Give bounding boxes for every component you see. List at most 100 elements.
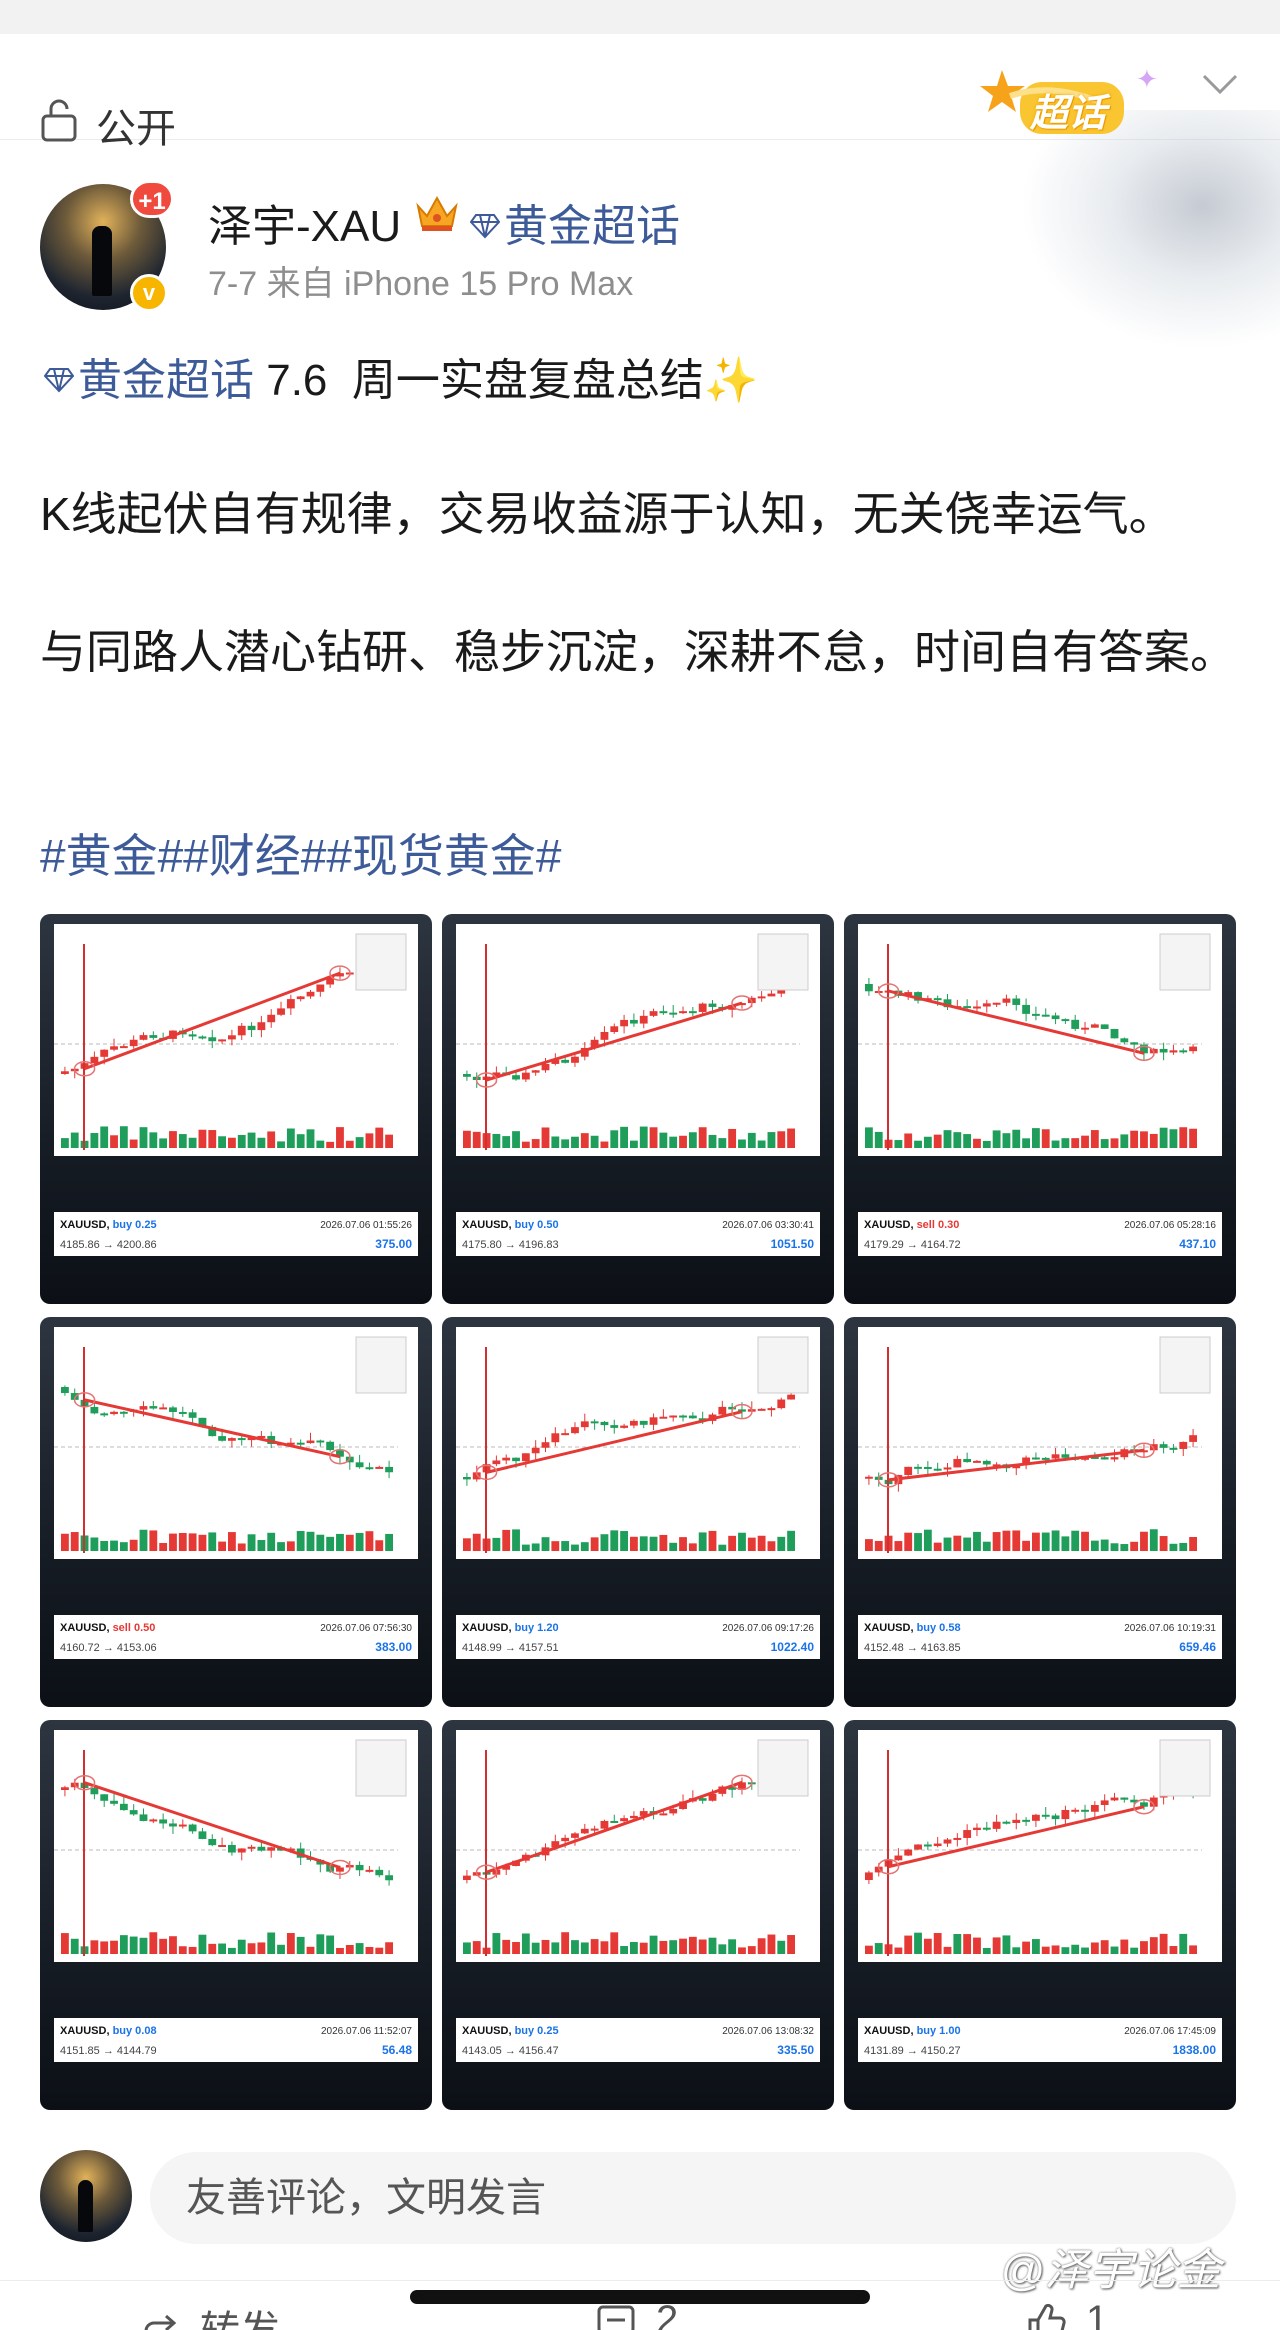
volume-bar xyxy=(139,1937,148,1954)
candle xyxy=(865,984,873,992)
candle xyxy=(159,1819,168,1824)
trade-prices: 4179.29 → 4164.72 xyxy=(864,1239,961,1251)
candle xyxy=(306,991,315,997)
candle xyxy=(923,1466,932,1469)
trade-profit: 1051.50 xyxy=(771,1237,815,1251)
volume-bar xyxy=(385,1533,393,1551)
candle xyxy=(149,1819,158,1822)
like-button[interactable]: 1 xyxy=(1026,2298,1108,2330)
volume-bar xyxy=(963,1134,972,1148)
candle xyxy=(218,1039,226,1042)
author-topic-link[interactable]: 黄金超话 xyxy=(470,190,680,254)
volume-bar xyxy=(1002,1133,1011,1148)
volume-bar xyxy=(1140,1531,1148,1551)
volume-bar xyxy=(600,1141,609,1148)
candle xyxy=(1100,1457,1109,1460)
trade-screenshot[interactable]: XAUUSD, buy 0.08 2026.07.06 11:52:07 4151.… xyxy=(40,1720,432,2110)
trade-chart-image: XAUUSD, buy 0.25 2026.07.06 01:55:26 4185.… xyxy=(54,924,418,1256)
trade-screenshot[interactable]: XAUUSD, buy 0.25 2026.07.06 13:08:32 4143.… xyxy=(442,1720,834,2110)
candle xyxy=(1032,1814,1040,1821)
candle xyxy=(1002,998,1011,1003)
volume-bar xyxy=(385,1134,393,1148)
volume-bar xyxy=(296,1531,305,1551)
watermark: @泽宇论金 xyxy=(1000,2246,1221,2295)
volume-bar xyxy=(620,1126,628,1148)
volume-bar xyxy=(1149,1529,1158,1551)
volume-bar xyxy=(787,1935,795,1954)
candle xyxy=(1041,1014,1050,1017)
volume-bar xyxy=(492,1133,501,1148)
diamond-icon xyxy=(44,368,74,393)
volume-bar xyxy=(1051,1945,1060,1954)
volume-bar xyxy=(218,1541,226,1551)
trade-chart-image: XAUUSD, buy 1.20 2026.07.06 09:17:26 4148.… xyxy=(456,1327,820,1659)
candle xyxy=(1100,1800,1109,1805)
title-text: 7.6 周一实盘复盘总结 xyxy=(254,356,704,405)
volume-bar xyxy=(267,1532,276,1551)
candle xyxy=(1120,1797,1129,1800)
candle xyxy=(365,1467,374,1470)
trade-symbol: XAUUSD, buy 0.25 xyxy=(60,1219,157,1231)
chevron-down-icon[interactable] xyxy=(1200,70,1240,98)
candle xyxy=(923,1844,932,1847)
candle xyxy=(286,999,295,1009)
volume-bar xyxy=(561,1541,570,1551)
volume-bar xyxy=(1169,1946,1178,1954)
trade-side: buy 0.50 xyxy=(515,1219,559,1231)
volume-bar xyxy=(228,1532,236,1551)
volume-bar xyxy=(286,1933,295,1954)
trade-screenshot[interactable]: XAUUSD, buy 1.20 2026.07.06 09:17:26 4148.… xyxy=(442,1317,834,1707)
volume-bar xyxy=(1061,1536,1070,1551)
volume-bar xyxy=(463,1538,471,1551)
author-name[interactable]: 泽宇-XAU xyxy=(208,190,401,254)
volume-bar xyxy=(649,1536,658,1551)
volume-bar xyxy=(767,1934,776,1954)
title-topic-link[interactable]: 黄金超话 xyxy=(44,356,254,405)
trade-screenshot[interactable]: XAUUSD, buy 0.58 2026.07.06 10:19:31 4152.… xyxy=(844,1317,1236,1707)
volume-bar xyxy=(718,1138,727,1148)
trade-symbol: XAUUSD, sell 0.30 xyxy=(864,1219,959,1231)
volume-bar xyxy=(100,1126,109,1148)
trade-screenshot[interactable]: XAUUSD, sell 0.50 2026.07.06 07:56:30 4160… xyxy=(40,1317,432,1707)
volume-bar xyxy=(943,1130,952,1148)
volume-bar xyxy=(1090,1942,1099,1954)
volume-bar xyxy=(90,1940,99,1954)
candle xyxy=(580,1828,589,1834)
volume-bar xyxy=(541,1127,550,1148)
volume-bar xyxy=(649,1127,658,1148)
candle xyxy=(61,1071,69,1074)
volume-bar xyxy=(904,1133,913,1148)
volume-bar xyxy=(874,1131,883,1148)
sparkles-icon: ✨ xyxy=(703,356,759,405)
volume-bar xyxy=(874,1540,883,1551)
post-source: 来自 iPhone 15 Pro Max xyxy=(266,265,634,303)
hashtag-links[interactable]: #黄金##财经##现货黄金# xyxy=(40,820,562,886)
volume-bar xyxy=(365,1946,374,1954)
volume-bar xyxy=(228,1137,236,1148)
trade-prices: 4185.86 → 4200.86 xyxy=(60,1239,157,1251)
trade-side: buy 1.00 xyxy=(917,2025,961,2037)
volume-bar xyxy=(198,1934,207,1954)
comment-input[interactable] xyxy=(150,2152,1236,2244)
repost-button[interactable]: 转发 xyxy=(140,2298,280,2330)
volume-bar xyxy=(992,1532,1001,1551)
volume-bar xyxy=(1189,1945,1197,1954)
volume-bar xyxy=(973,1531,981,1551)
volume-bar xyxy=(1159,1536,1168,1551)
volume-bar xyxy=(1071,1944,1080,1954)
candle xyxy=(1090,1024,1099,1028)
candle xyxy=(237,1438,246,1441)
avatar-figure xyxy=(78,2180,93,2232)
candle xyxy=(1081,1809,1089,1812)
trade-time: 2026.07.06 01:55:26 xyxy=(320,1220,412,1231)
trade-screenshot[interactable]: XAUUSD, buy 1.00 2026.07.06 17:45:09 4131.… xyxy=(844,1720,1236,2110)
candle xyxy=(1051,1454,1060,1459)
trade-screenshot[interactable]: XAUUSD, buy 0.50 2026.07.06 03:30:41 4175.… xyxy=(442,914,834,1304)
trade-screenshot[interactable]: XAUUSD, buy 0.25 2026.07.06 01:55:26 4185.… xyxy=(40,914,432,1304)
volume-bar xyxy=(698,1127,707,1148)
repost-icon xyxy=(144,2315,177,2330)
trade-screenshot[interactable]: XAUUSD, sell 0.30 2026.07.06 05:28:16 4179… xyxy=(844,914,1236,1304)
candle xyxy=(649,1011,658,1016)
trade-symbol: XAUUSD, buy 0.58 xyxy=(864,1622,961,1634)
trade-chart-image: XAUUSD, buy 0.50 2026.07.06 03:30:41 4175.… xyxy=(456,924,820,1256)
